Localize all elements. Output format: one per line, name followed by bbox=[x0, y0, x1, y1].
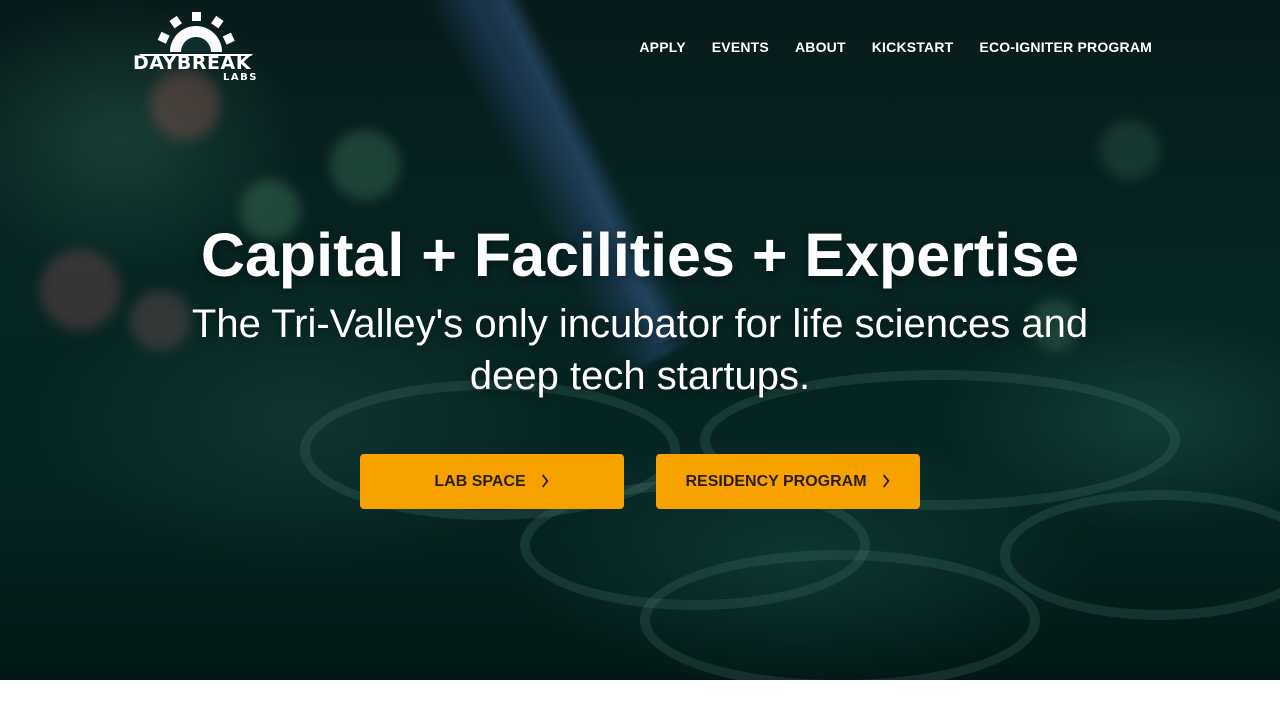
nav-kickstart[interactable]: KICKSTART bbox=[872, 38, 954, 56]
nav-apply[interactable]: APPLY bbox=[639, 38, 685, 56]
nav-about[interactable]: ABOUT bbox=[795, 38, 846, 56]
residency-program-button[interactable]: RESIDENCY PROGRAM bbox=[656, 454, 920, 509]
nav-events[interactable]: EVENTS bbox=[712, 38, 769, 56]
hero-subtitle: The Tri-Valley's only incubator for life… bbox=[191, 302, 1089, 398]
logo[interactable]: DAYBREAK LABS bbox=[133, 12, 259, 84]
hero-title: Capital + Facilities + Expertise bbox=[200, 221, 1080, 289]
chevron-right-icon bbox=[882, 473, 890, 491]
gear-icon bbox=[139, 12, 253, 56]
lab-space-button[interactable]: LAB SPACE bbox=[360, 454, 624, 509]
main-nav: APPLY EVENTS ABOUT KICKSTART ECO-IGNITER… bbox=[639, 38, 1152, 56]
residency-program-label: RESIDENCY PROGRAM bbox=[685, 472, 867, 490]
lab-space-label: LAB SPACE bbox=[434, 472, 526, 490]
logo-name: DAYBREAK bbox=[133, 52, 251, 74]
logo-sub: LABS bbox=[223, 72, 258, 83]
hero-section: DAYBREAK LABS APPLY EVENTS ABOUT KICKSTA… bbox=[0, 0, 1280, 680]
nav-eco-igniter[interactable]: ECO-IGNITER PROGRAM bbox=[979, 38, 1152, 56]
chevron-right-icon bbox=[541, 473, 549, 491]
